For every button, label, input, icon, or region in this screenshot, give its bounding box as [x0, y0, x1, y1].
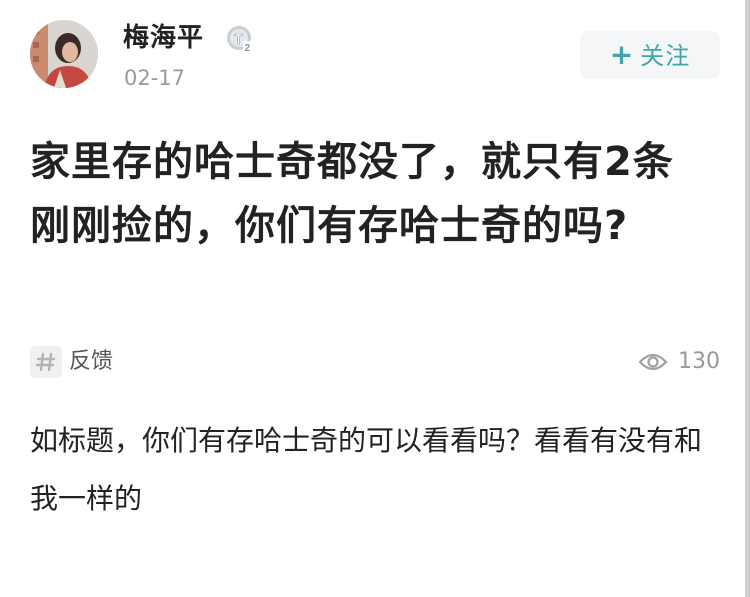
- plus-icon: +: [609, 38, 635, 71]
- svg-text:2: 2: [245, 43, 251, 54]
- post-title: 家里存的哈士奇都没了，就只有2条刚刚捡的，你们有存哈士奇的吗?: [30, 139, 674, 249]
- level-badge-icon: T 2: [227, 26, 254, 54]
- avatar-photo: [30, 20, 98, 88]
- eye-icon: [638, 353, 668, 371]
- svg-text:T: T: [234, 31, 243, 48]
- post-header: 梅海平 T 2 02-17 + 关注: [30, 18, 720, 93]
- post-body: 如标题，你们有存哈士奇的可以看看吗？看看有没有和我一样的: [30, 424, 703, 515]
- view-count: 130: [678, 349, 720, 374]
- window-edge: [745, 0, 750, 597]
- post-meta: 反馈 130: [30, 345, 720, 379]
- hashtag-icon: [30, 346, 62, 378]
- topic-tag-label: 反馈: [69, 349, 114, 374]
- avatar[interactable]: [30, 20, 98, 88]
- follow-label: 关注: [640, 42, 691, 70]
- follow-button[interactable]: + 关注: [580, 31, 720, 79]
- post-date: 02-17: [124, 66, 186, 90]
- author-name[interactable]: 梅海平: [123, 20, 204, 56]
